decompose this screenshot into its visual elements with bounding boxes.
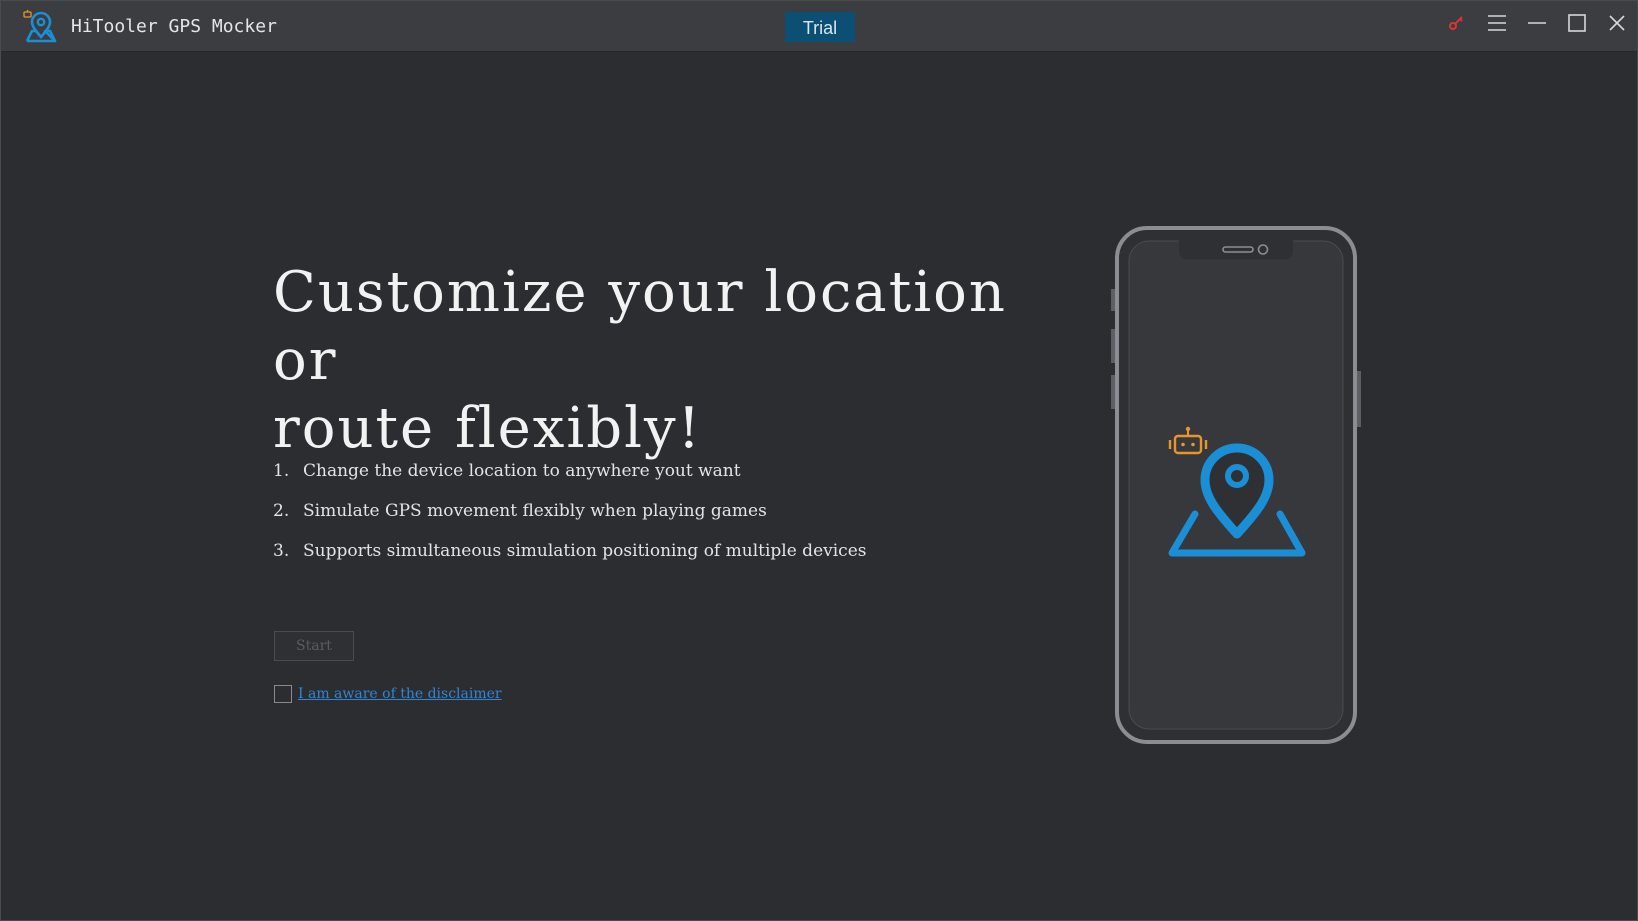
feature-number: 2. (273, 501, 290, 521)
maximize-icon[interactable] (1561, 7, 1593, 39)
feature-text: Change the device location to anywhere y… (303, 461, 741, 481)
start-button[interactable]: Start (274, 631, 354, 661)
feature-item: 2. Simulate GPS movement flexibly when pl… (273, 497, 866, 537)
feature-item: 1. Change the device location to anywhere… (273, 457, 866, 497)
feature-text: Simulate GPS movement flexibly when play… (303, 501, 767, 521)
disclaimer-link[interactable]: I am aware of the disclaimer (298, 686, 502, 702)
app-window: HiTooler GPS Mocker Trial Customize your… (0, 0, 1638, 921)
app-title: HiTooler GPS Mocker (71, 16, 277, 37)
feature-list: 1. Change the device location to anywhere… (273, 457, 866, 577)
headline-line-1: Customize your location or (273, 260, 1007, 393)
disclaimer-checkbox[interactable] (274, 685, 292, 703)
feature-text: Supports simultaneous simulation positio… (303, 541, 867, 561)
trial-button[interactable]: Trial (785, 12, 855, 42)
title-bar: HiTooler GPS Mocker Trial (1, 1, 1637, 52)
hamburger-menu-icon[interactable] (1481, 7, 1513, 39)
app-logo-icon (23, 10, 57, 43)
feature-number: 1. (273, 461, 290, 481)
close-icon[interactable] (1601, 7, 1633, 39)
disclaimer-row: I am aware of the disclaimer (274, 685, 502, 703)
feature-item: 3. Supports simultaneous simulation posit… (273, 537, 866, 577)
key-icon[interactable] (1441, 7, 1473, 39)
map-pin-icon (1168, 443, 1306, 557)
feature-number: 3. (273, 541, 290, 561)
headline: Customize your location or route flexibl… (273, 259, 1073, 463)
minimize-icon[interactable] (1521, 7, 1553, 39)
headline-line-2: route flexibly! (273, 396, 703, 461)
